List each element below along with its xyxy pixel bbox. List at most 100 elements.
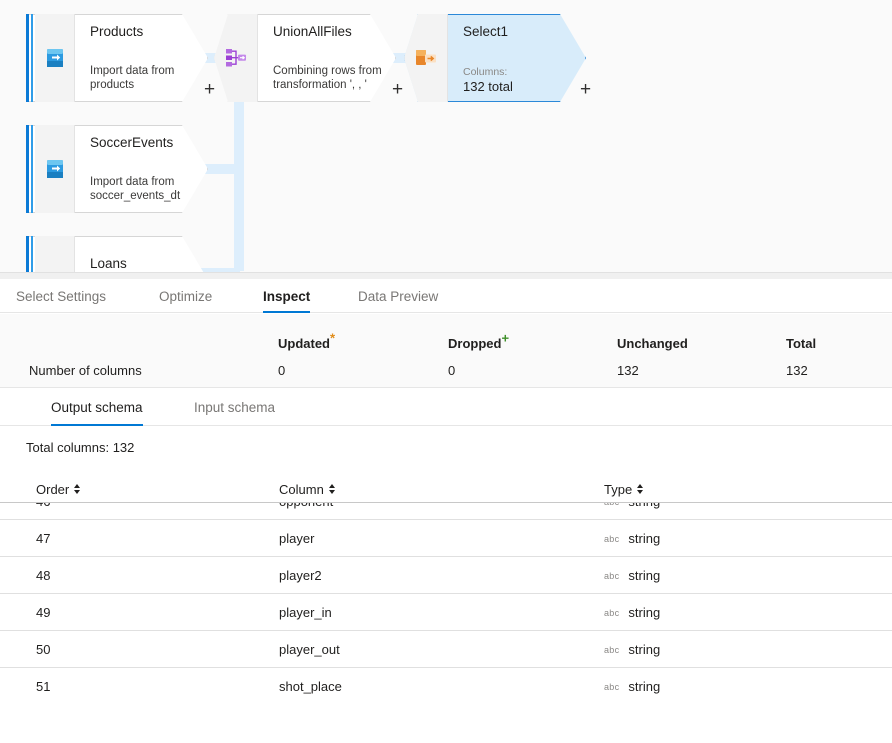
columns-summary: Updated* Dropped+ Unchanged Total Number… — [0, 314, 892, 388]
column-header-type-label: Type — [604, 481, 633, 497]
cell-type: abc string — [604, 668, 660, 705]
table-row[interactable]: 48 player2 abc string — [0, 557, 892, 594]
string-type-icon: abc — [604, 681, 620, 692]
node-body: SoccerEvents Import data from soccer_eve… — [76, 125, 208, 213]
sort-arrows-icon[interactable] — [74, 484, 81, 494]
cell-type: abc string — [604, 520, 660, 557]
node-accent-bar — [26, 14, 35, 102]
tab-input-schema[interactable]: Input schema — [194, 388, 275, 426]
node-body: UnionAllFiles Combining rows from transf… — [259, 14, 396, 102]
schema-table-body[interactable]: 46 opponent abc string 47 player abc str… — [0, 503, 892, 743]
node-unionallfiles[interactable]: UnionAllFiles Combining rows from transf… — [214, 14, 403, 102]
tab-optimize[interactable]: Optimize — [159, 279, 212, 313]
source-dataset-icon — [35, 236, 75, 272]
cell-column: player2 — [279, 568, 322, 583]
node-accent-bar — [26, 125, 35, 213]
column-header-order[interactable]: Order — [36, 475, 81, 503]
node-body: Loans — [76, 236, 208, 272]
sort-arrows-icon[interactable] — [637, 484, 644, 494]
summary-header-updated: Updated* — [278, 330, 336, 351]
summary-value-total: 132 — [786, 363, 808, 378]
table-row[interactable]: 47 player abc string — [0, 520, 892, 557]
node-subtitle: Combining rows from transformation ', , … — [273, 65, 382, 91]
cell-order: 46 — [36, 503, 50, 519]
details-panel: Select Settings Optimize Inspect Data Pr… — [0, 272, 892, 743]
table-row[interactable]: 46 opponent abc string — [0, 503, 892, 520]
node-soccerevents[interactable]: SoccerEvents Import data from soccer_eve… — [26, 125, 208, 213]
column-header-column-label: Column — [279, 481, 324, 497]
add-node-plus-icon[interactable]: + — [204, 80, 215, 99]
column-header-type[interactable]: Type — [604, 475, 644, 503]
summary-value-updated: 0 — [278, 363, 286, 378]
tab-output-schema[interactable]: Output schema — [51, 388, 143, 426]
dropped-marker-icon: + — [501, 330, 510, 346]
node-select1[interactable]: Select1 Columns: 132 total + — [404, 14, 591, 102]
node-subtitle: Import data from products — [90, 65, 175, 91]
summary-header-unchanged: Unchanged — [617, 336, 688, 351]
tab-inspect[interactable]: Inspect — [263, 279, 311, 313]
string-type-icon: abc — [604, 533, 620, 544]
cell-type-label: string — [628, 503, 660, 509]
node-title: SoccerEvents — [90, 135, 174, 150]
node-body: Select1 Columns: 132 total — [449, 14, 586, 102]
node-columns-label: Columns: — [463, 66, 508, 78]
updated-marker-icon: * — [330, 330, 336, 346]
node-body: Products Import data from products — [76, 14, 208, 102]
cell-type-label: string — [628, 679, 661, 694]
cell-order: 51 — [36, 679, 51, 694]
string-type-icon: abc — [604, 503, 619, 507]
column-header-order-label: Order — [36, 481, 70, 497]
cell-type: abc string — [604, 594, 660, 631]
node-columns-value: 132 total — [463, 79, 513, 94]
summary-row-label: Number of columns — [29, 363, 142, 378]
cell-column: player — [279, 531, 315, 546]
node-loans[interactable]: Loans — [26, 236, 208, 272]
panel-tab-bar: Select Settings Optimize Inspect Data Pr… — [0, 279, 892, 313]
cell-type: abc string — [604, 631, 660, 668]
source-dataset-icon — [35, 125, 75, 213]
data-flow-canvas[interactable]: Products Import data from products + Soc… — [0, 0, 892, 272]
total-columns-text: Total columns: 132 — [26, 440, 135, 455]
node-title: Select1 — [463, 24, 509, 39]
cell-order: 48 — [36, 568, 51, 583]
tab-select-settings[interactable]: Select Settings — [16, 279, 106, 313]
column-header-column[interactable]: Column — [279, 475, 335, 503]
summary-value-unchanged: 132 — [617, 363, 639, 378]
summary-value-dropped: 0 — [448, 363, 456, 378]
sort-arrows-icon[interactable] — [328, 484, 335, 494]
node-accent-bar — [26, 236, 35, 272]
string-type-icon: abc — [604, 644, 620, 655]
cell-column: player_out — [279, 642, 340, 657]
node-products[interactable]: Products Import data from products + — [26, 14, 215, 102]
table-row[interactable]: 50 player_out abc string — [0, 631, 892, 668]
cell-order: 49 — [36, 605, 51, 620]
summary-header-dropped: Dropped+ — [448, 330, 510, 351]
tab-data-preview[interactable]: Data Preview — [358, 279, 438, 313]
cell-type-label: string — [628, 605, 661, 620]
add-node-plus-icon[interactable]: + — [392, 80, 403, 99]
cell-order: 47 — [36, 531, 51, 546]
node-title: UnionAllFiles — [273, 24, 352, 39]
cell-column: shot_place — [279, 679, 342, 694]
cell-order: 50 — [36, 642, 51, 657]
table-row[interactable]: 49 player_in abc string — [0, 594, 892, 631]
add-node-plus-icon[interactable]: + — [580, 80, 591, 99]
string-type-icon: abc — [604, 607, 620, 618]
summary-header-total: Total — [786, 336, 817, 351]
node-title: Loans — [90, 256, 127, 271]
union-transform-icon — [214, 14, 258, 102]
cell-type: abc string — [604, 503, 660, 519]
select-transform-icon — [404, 14, 448, 102]
cell-type-label: string — [628, 531, 661, 546]
source-dataset-icon — [35, 14, 75, 102]
cell-column: opponent — [279, 503, 333, 519]
node-subtitle: Import data from soccer_events_dt — [90, 176, 181, 202]
string-type-icon: abc — [604, 570, 620, 581]
schema-tab-bar: Output schema Input schema — [0, 388, 892, 426]
cell-type-label: string — [628, 642, 661, 657]
schema-table-header: Order Column Type — [0, 475, 892, 503]
cell-column: player_in — [279, 605, 332, 620]
table-row[interactable]: 51 shot_place abc string — [0, 668, 892, 705]
data-flow-page: Products Import data from products + Soc… — [0, 0, 892, 743]
cell-type: abc string — [604, 557, 660, 594]
